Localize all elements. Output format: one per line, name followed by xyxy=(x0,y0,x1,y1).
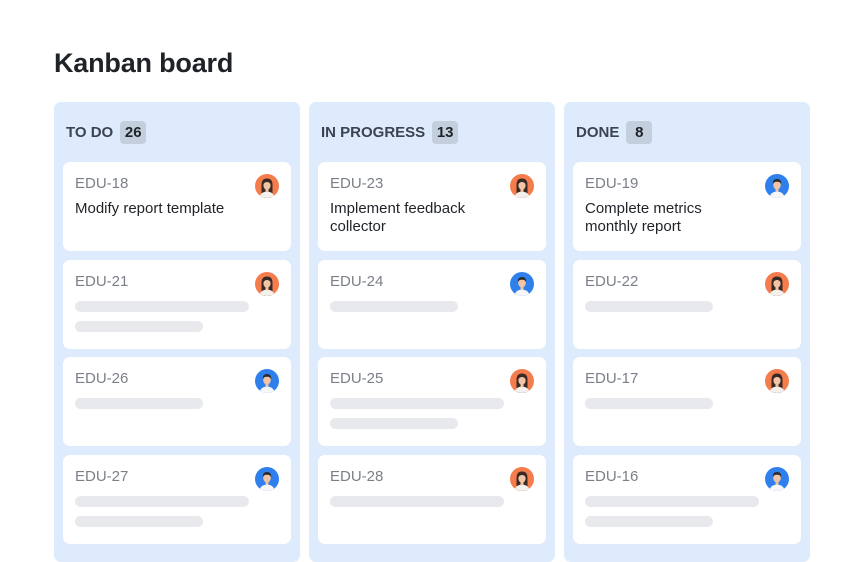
task-id: EDU-21 xyxy=(75,273,129,290)
task-title: Implement feedback collector xyxy=(330,200,466,235)
task-id: EDU-27 xyxy=(75,468,129,485)
column-title: TO DO xyxy=(66,124,114,141)
task-card[interactable]: EDU-26 xyxy=(63,357,291,446)
task-card[interactable]: EDU-22 xyxy=(573,260,801,349)
placeholder-line xyxy=(330,398,504,409)
task-card[interactable]: EDU-17 xyxy=(573,357,801,446)
task-id: EDU-18 xyxy=(75,175,129,192)
column-count-badge: 26 xyxy=(120,121,147,144)
placeholder-line xyxy=(75,516,203,527)
placeholder-line xyxy=(330,496,504,507)
task-card[interactable]: EDU-28 xyxy=(318,455,546,544)
column-header: IN PROGRESS 13 xyxy=(321,121,459,144)
man-avatar[interactable] xyxy=(255,369,279,393)
column-done: DONE 8 EDU-19 Complete metrics monthly repo… xyxy=(564,102,810,562)
task-card[interactable]: EDU-18 Modify report template xyxy=(63,162,291,251)
column-title: IN PROGRESS xyxy=(321,124,426,141)
placeholder-line xyxy=(75,398,203,409)
placeholder-line xyxy=(330,418,458,429)
placeholder-line xyxy=(585,516,713,527)
page-title: Kanban board xyxy=(54,48,234,78)
task-id: EDU-19 xyxy=(585,175,639,192)
task-id: EDU-25 xyxy=(330,370,384,387)
task-id: EDU-16 xyxy=(585,468,639,485)
placeholder-line xyxy=(585,398,713,409)
task-title: Modify report template xyxy=(75,200,225,217)
task-card[interactable]: EDU-16 xyxy=(573,455,801,544)
task-card[interactable]: EDU-25 xyxy=(318,357,546,446)
placeholder-line xyxy=(75,301,249,312)
man-avatar[interactable] xyxy=(510,272,534,296)
task-id: EDU-24 xyxy=(330,273,384,290)
woman-avatar[interactable] xyxy=(510,369,534,393)
placeholder-line xyxy=(75,321,203,332)
woman-avatar[interactable] xyxy=(510,467,534,491)
woman-avatar[interactable] xyxy=(510,174,534,198)
column-to-do: TO DO 26 EDU-18 Modify report template EDU-2… xyxy=(54,102,300,562)
task-card[interactable]: EDU-27 xyxy=(63,455,291,544)
column-count-badge: 8 xyxy=(626,121,653,144)
man-avatar[interactable] xyxy=(255,467,279,491)
task-card[interactable]: EDU-21 xyxy=(63,260,291,349)
task-card[interactable]: EDU-24 xyxy=(318,260,546,349)
task-id: EDU-28 xyxy=(330,468,384,485)
task-id: EDU-23 xyxy=(330,175,384,192)
placeholder-line xyxy=(330,301,458,312)
column-title: DONE xyxy=(576,124,620,141)
column-count-badge: 13 xyxy=(432,121,459,144)
task-card[interactable]: EDU-23 Implement feedback collector xyxy=(318,162,546,251)
placeholder-line xyxy=(75,496,249,507)
placeholder-line xyxy=(585,301,713,312)
task-id: EDU-26 xyxy=(75,370,129,387)
column-header: DONE 8 xyxy=(576,121,653,144)
task-title: Complete metrics monthly report xyxy=(585,200,702,235)
woman-avatar[interactable] xyxy=(765,272,789,296)
placeholder-line xyxy=(585,496,759,507)
woman-avatar[interactable] xyxy=(765,369,789,393)
task-id: EDU-17 xyxy=(585,370,639,387)
column-header: TO DO 26 xyxy=(66,121,147,144)
column-in-progress: IN PROGRESS 13 EDU-23 Implement feedback co… xyxy=(309,102,555,562)
man-avatar[interactable] xyxy=(765,174,789,198)
task-card[interactable]: EDU-19 Complete metrics monthly report xyxy=(573,162,801,251)
task-id: EDU-22 xyxy=(585,273,639,290)
woman-avatar[interactable] xyxy=(255,174,279,198)
woman-avatar[interactable] xyxy=(255,272,279,296)
man-avatar[interactable] xyxy=(765,467,789,491)
